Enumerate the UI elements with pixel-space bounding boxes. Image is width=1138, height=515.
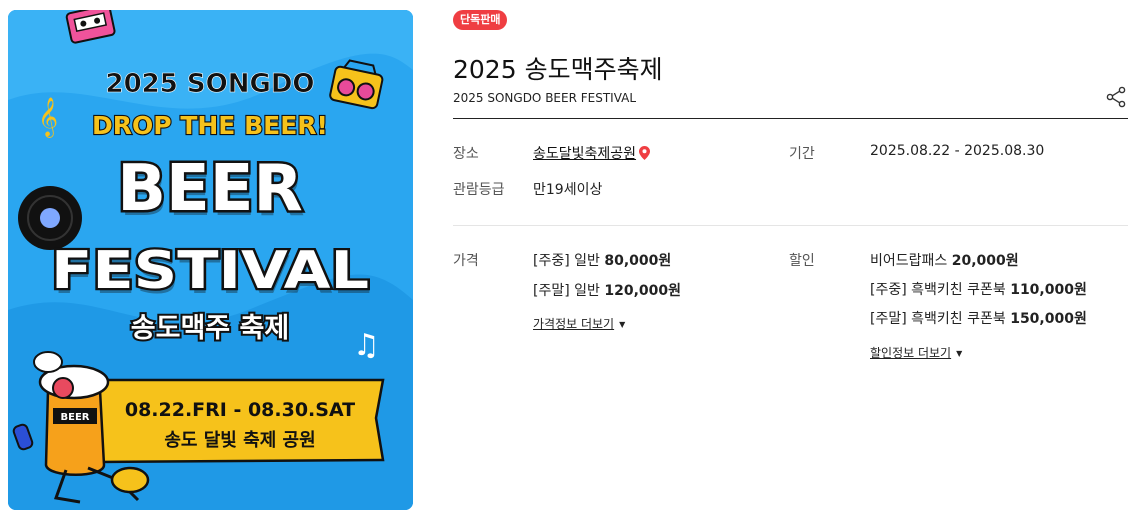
poster-line5: 송도맥주 축제	[131, 313, 289, 344]
period-value: 2025.08.22 - 2025.08.30	[870, 143, 1045, 159]
poster-line1: 2025 SONGDO	[105, 69, 314, 99]
poster-festival-wordmark: FESTIVAL FESTIVAL	[49, 239, 371, 306]
share-button[interactable]	[1104, 85, 1128, 109]
caret-down-icon: ▼	[956, 349, 963, 358]
price-more-button[interactable]: 가격정보 더보기 ▼	[533, 315, 625, 332]
place-link[interactable]: 송도달빛축제공원	[533, 146, 636, 162]
price-more-label: 가격정보 더보기	[533, 317, 615, 331]
event-subtitle: 2025 SONGDO BEER FESTIVAL	[453, 91, 637, 105]
discount-more-button[interactable]: 할인정보 더보기 ▼	[870, 344, 962, 361]
discount-amount: 110,000원	[1010, 282, 1087, 298]
music-note-icon: 𝄞	[38, 97, 58, 138]
discount-tag: [주중] 흑백키친 쿠폰북	[870, 282, 1006, 298]
svg-text:BEER: BEER	[61, 412, 90, 423]
section-divider	[453, 225, 1128, 226]
price-tag: [주중] 일반	[533, 253, 600, 269]
music-note-icon: ♫	[353, 328, 380, 363]
price-row: [주중] 일반 80,000원	[533, 250, 671, 270]
poster-line3: BEER	[117, 152, 303, 226]
place-label: 장소	[453, 146, 479, 162]
discount-amount: 20,000원	[951, 253, 1019, 269]
price-label: 가격	[453, 253, 479, 269]
discount-tag: 비어드랍패스	[870, 253, 948, 269]
exclusive-sale-badge: 단독판매	[453, 10, 508, 30]
discount-amount: 150,000원	[1010, 311, 1087, 327]
poster-venue: 송도 달빛 축제 공원	[164, 430, 315, 451]
header-divider	[453, 118, 1128, 119]
rating-value: 만19세이상	[533, 182, 603, 198]
discount-row: [주말] 흑백키친 쿠폰북 150,000원	[870, 308, 1087, 328]
price-tag: [주말] 일반	[533, 283, 600, 299]
caret-down-icon: ▼	[619, 320, 626, 329]
discount-row: 비어드랍패스 20,000원	[870, 250, 1019, 270]
discount-label: 할인	[789, 253, 815, 269]
share-icon	[1106, 86, 1126, 108]
place-value: 송도달빛축제공원	[533, 143, 651, 163]
price-row: [주말] 일반 120,000원	[533, 280, 681, 300]
rating-label: 관람등급	[453, 182, 505, 198]
poster-line2: DROP THE BEER!	[92, 111, 328, 140]
poster-dates: 08.22.FRI - 08.30.SAT	[125, 399, 355, 421]
poster-line4: FESTIVAL	[51, 241, 369, 301]
discount-tag: [주말] 흑백키친 쿠폰북	[870, 311, 1006, 327]
period-label: 기간	[789, 146, 815, 162]
location-pin-icon[interactable]	[639, 146, 651, 160]
price-amount: 80,000원	[604, 253, 672, 269]
poster-beer-wordmark: BEER BEER	[115, 150, 306, 232]
poster-artwork: 𝄞 ♫ 2025 SONGDO DROP THE BEER! BEER BEER…	[8, 10, 413, 510]
discount-row: [주중] 흑백키친 쿠폰북 110,000원	[870, 279, 1087, 299]
event-title: 2025 송도맥주축제	[453, 55, 663, 84]
event-poster: 𝄞 ♫ 2025 SONGDO DROP THE BEER! BEER BEER…	[8, 10, 413, 510]
price-amount: 120,000원	[604, 283, 682, 299]
discount-more-label: 할인정보 더보기	[870, 346, 952, 360]
